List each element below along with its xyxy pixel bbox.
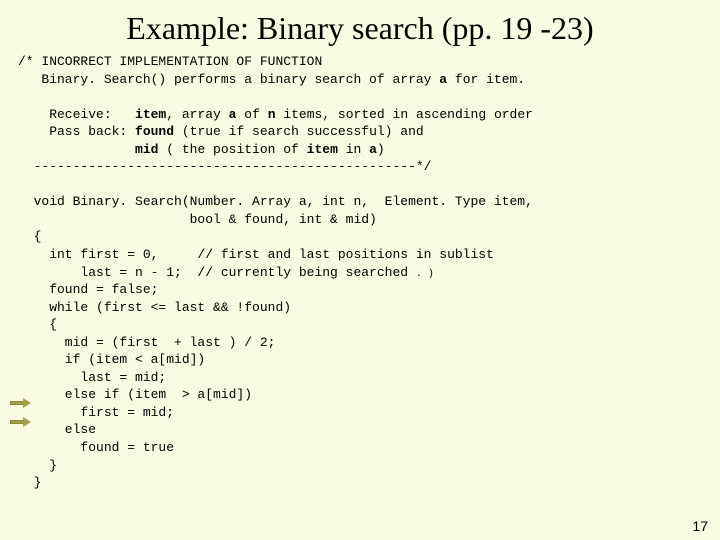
- code-line: if (item < a[mid]): [18, 352, 205, 367]
- arrow-icon: [10, 417, 32, 427]
- code-line: int first = 0, // first and last positio…: [18, 247, 494, 262]
- code-line: mid ( the position of item in a): [18, 142, 385, 157]
- code-line: Pass back: found (true if search success…: [18, 124, 424, 139]
- page-number: 17: [692, 518, 708, 534]
- code-line: first = mid;: [18, 405, 174, 420]
- code-line: {: [18, 317, 57, 332]
- code-line: ----------------------------------------…: [18, 159, 431, 174]
- code-line: bool & found, int & mid): [18, 212, 377, 227]
- code-line: void Binary. Search(Number. Array a, int…: [18, 194, 533, 209]
- code-line: else if (item > a[mid]): [18, 387, 252, 402]
- code-block: /* INCORRECT IMPLEMENTATION OF FUNCTION …: [0, 53, 720, 492]
- code-line: found = true: [18, 440, 174, 455]
- arrow-icon: [10, 398, 32, 408]
- code-line: last = n - 1; // currently being searche…: [18, 265, 434, 280]
- code-line: }: [18, 458, 57, 473]
- code-line: last = mid;: [18, 370, 166, 385]
- code-line: }: [18, 475, 41, 490]
- code-line: {: [18, 229, 41, 244]
- code-line: mid = (first + last ) / 2;: [18, 335, 275, 350]
- code-line: Receive: item, array a of n items, sorte…: [18, 107, 533, 122]
- code-line: while (first <= last && !found): [18, 300, 291, 315]
- code-line: Binary. Search() performs a binary searc…: [18, 72, 525, 87]
- code-line: found = false;: [18, 282, 158, 297]
- code-line: /* INCORRECT IMPLEMENTATION OF FUNCTION: [18, 54, 322, 69]
- slide-title: Example: Binary search (pp. 19 -23): [0, 0, 720, 53]
